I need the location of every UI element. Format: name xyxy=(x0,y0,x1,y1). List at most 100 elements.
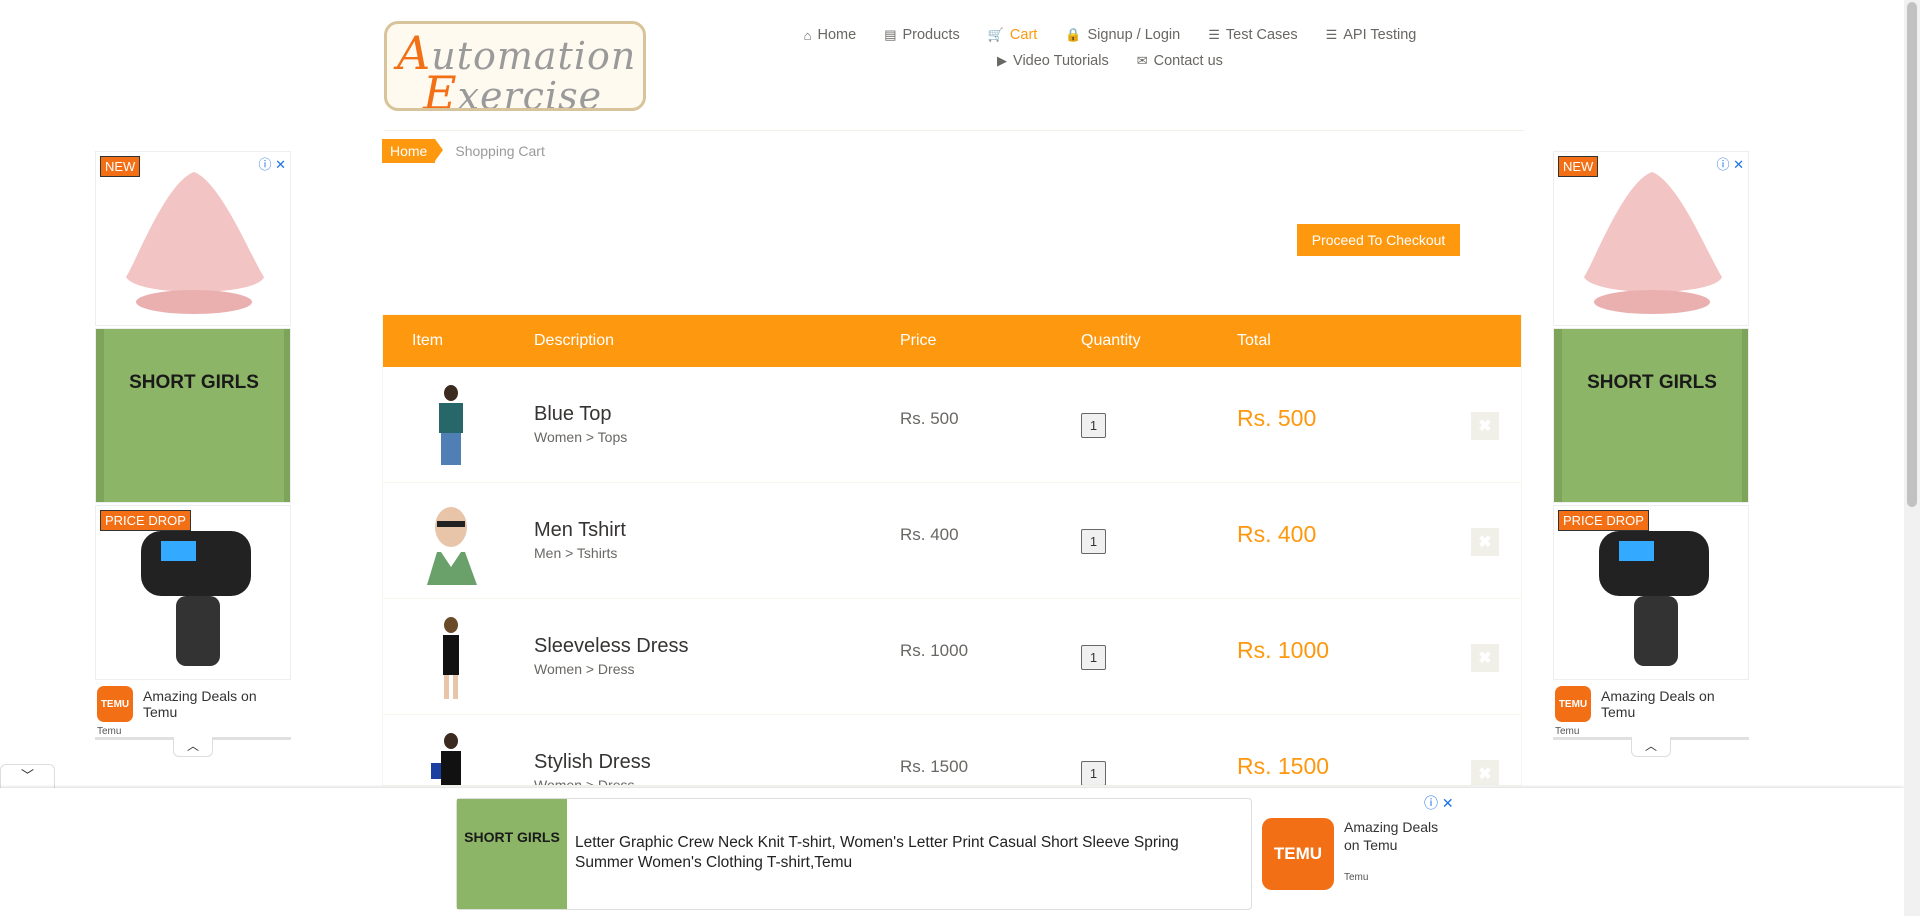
product-image[interactable] xyxy=(413,497,489,585)
page-scrollbar[interactable] xyxy=(1904,0,1920,916)
nav-signup-login[interactable]: 🔒 Signup / Login xyxy=(1065,27,1180,43)
nav-label: Products xyxy=(902,27,960,43)
nav-label: Test Cases xyxy=(1225,27,1298,43)
product-name[interactable]: Blue Top xyxy=(534,403,611,426)
product-price: Rs. 1500 xyxy=(900,757,969,776)
product-name[interactable]: Stylish Dress xyxy=(534,751,651,774)
left-side-ad[interactable]: NEW ⓘ ✕ SHORT GIRLS PRICE DROP TEMU Amaz… xyxy=(95,151,291,757)
cart-table: Item Description Price Quantity Total Bl… xyxy=(382,314,1522,786)
delete-item-icon[interactable]: ✖ xyxy=(1471,760,1499,785)
site-logo[interactable]: Automation Exercise xyxy=(384,21,646,111)
product-total: Rs. 400 xyxy=(1237,521,1317,547)
header-description: Description xyxy=(534,332,615,349)
ad-deal[interactable]: TEMU Amazing Deals on Temu xyxy=(1553,682,1749,726)
nav-contact-us[interactable]: ✉ Contact us xyxy=(1137,53,1223,69)
ad-tile-massager[interactable]: NEW ⓘ ✕ xyxy=(1553,151,1749,326)
ad-tile-charger[interactable]: PRICE DROP xyxy=(1553,505,1749,680)
list-icon: ☰ xyxy=(1325,27,1338,42)
product-name[interactable]: Sleeveless Dress xyxy=(534,635,689,658)
ad-tile-tshirt[interactable]: SHORT GIRLS xyxy=(1553,328,1749,503)
lock-icon: 🔒 xyxy=(1065,27,1082,42)
ad-info-close-icon[interactable]: ⓘ ✕ xyxy=(1716,154,1744,173)
cart-row: Men Tshirt Men > Tshirts Rs. 400 1 Rs. 400 ✖ xyxy=(383,483,1521,599)
ad-source: Temu xyxy=(97,726,122,737)
ad-tile-charger[interactable]: PRICE DROP xyxy=(95,505,291,680)
nav-label: Contact us xyxy=(1153,53,1223,69)
bottom-ad-source: Temu xyxy=(1344,872,1369,883)
nav-products[interactable]: ▤ Products xyxy=(884,27,960,43)
breadcrumb: Home Shopping Cart xyxy=(382,139,545,163)
temu-logo-icon: TEMU xyxy=(1262,818,1334,890)
cart-icon: 🛒 xyxy=(987,27,1004,42)
tshirt-print: SHORT GIRLS xyxy=(129,372,259,393)
home-icon: ⌂ xyxy=(803,27,812,43)
temu-logo-icon: TEMU xyxy=(1555,686,1591,722)
product-quantity: 1 xyxy=(1081,529,1106,554)
ad-info-close-icon[interactable]: ⓘ ✕ xyxy=(1424,793,1454,813)
tshirt-print: SHORT GIRLS xyxy=(464,829,560,845)
delete-item-icon[interactable]: ✖ xyxy=(1471,644,1499,672)
chevron-down-icon[interactable]: ﹀ xyxy=(0,764,55,788)
nav-cart[interactable]: 🛒 Cart xyxy=(988,27,1038,43)
product-quantity: 1 xyxy=(1081,645,1106,670)
bottom-ad-deal[interactable]: TEMU Amazing Deals on Temu Temu xyxy=(1262,818,1438,890)
product-image[interactable] xyxy=(413,613,489,701)
ad-deal[interactable]: TEMU Amazing Deals on Temu xyxy=(95,682,291,726)
car-charger-image xyxy=(1599,531,1709,666)
delete-item-icon[interactable]: ✖ xyxy=(1471,412,1499,440)
envelope-icon: ✉ xyxy=(1136,53,1148,68)
ad-source: Temu xyxy=(1555,726,1580,737)
product-price: Rs. 1000 xyxy=(900,641,969,660)
video-icon: ▶ xyxy=(997,53,1008,68)
car-charger-image xyxy=(141,531,251,666)
product-total: Rs. 1000 xyxy=(1237,637,1330,663)
product-category: Women > Dress xyxy=(534,777,635,786)
product-name[interactable]: Men Tshirt xyxy=(534,519,626,542)
price-drop-badge: PRICE DROP xyxy=(100,510,191,531)
product-category: Men > Tshirts xyxy=(534,545,618,561)
right-side-ad[interactable]: NEW ⓘ ✕ SHORT GIRLS PRICE DROP TEMU Amaz… xyxy=(1553,151,1749,757)
header-price: Price xyxy=(900,332,937,349)
nav-label: Home xyxy=(817,27,857,43)
header-item: Item xyxy=(412,332,444,349)
nav-label: Video Tutorials xyxy=(1013,53,1109,69)
ad-info-close-icon[interactable]: ⓘ ✕ xyxy=(258,154,286,173)
cart-row: Blue Top Women > Tops Rs. 500 1 Rs. 500 ✖ xyxy=(383,367,1521,483)
new-badge: NEW xyxy=(1558,156,1599,177)
product-category: Women > Dress xyxy=(534,661,635,677)
proceed-to-checkout-button[interactable]: Proceed To Checkout xyxy=(1297,224,1460,256)
nav-test-cases[interactable]: ☰ Test Cases xyxy=(1208,27,1297,43)
bottom-ad-image: SHORT GIRLS xyxy=(457,799,567,909)
massager-image xyxy=(1584,172,1722,314)
products-icon: ▤ xyxy=(884,27,897,42)
product-total: Rs. 500 xyxy=(1237,405,1317,431)
ad-deal-text: Amazing Deals on Temu xyxy=(1601,688,1715,720)
product-image[interactable] xyxy=(413,729,489,785)
nav-label: API Testing xyxy=(1343,27,1417,43)
nav-label: Cart xyxy=(1009,27,1038,43)
product-image[interactable] xyxy=(413,381,489,469)
logo-line-2: Exercise xyxy=(423,66,603,111)
cart-row: Stylish Dress Women > Dress Rs. 1500 1 Rs. 1… xyxy=(383,715,1521,786)
ad-tile-massager[interactable]: NEW ⓘ ✕ xyxy=(95,151,291,326)
list-icon: ☰ xyxy=(1208,27,1220,42)
chevron-up-icon[interactable]: ︿ xyxy=(1631,737,1671,757)
bottom-ad-card[interactable]: SHORT GIRLS Letter Graphic Crew Neck Kni… xyxy=(456,798,1252,910)
ad-deal-text: Amazing Deals on Temu xyxy=(143,688,257,720)
header-total: Total xyxy=(1237,332,1271,349)
product-price: Rs. 500 xyxy=(900,409,959,428)
product-category: Women > Tops xyxy=(534,429,628,445)
breadcrumb-home[interactable]: Home xyxy=(382,139,444,163)
price-drop-badge: PRICE DROP xyxy=(1558,510,1649,531)
massager-image xyxy=(126,172,264,314)
nav-api-testing[interactable]: ☰ API Testing xyxy=(1326,27,1417,43)
scrollbar-thumb[interactable] xyxy=(1907,2,1917,507)
header-quantity: Quantity xyxy=(1081,332,1141,349)
ad-tile-tshirt[interactable]: SHORT GIRLS xyxy=(95,328,291,503)
main-nav: ⌂ Home ▤ Products 🛒 Cart 🔒 Signup / Login ☰ Test … xyxy=(780,27,1440,79)
nav-home[interactable]: ⌂ Home xyxy=(804,27,857,43)
nav-label: Signup / Login xyxy=(1087,27,1181,43)
nav-video-tutorials[interactable]: ▶ Video Tutorials xyxy=(997,53,1109,69)
delete-item-icon[interactable]: ✖ xyxy=(1471,528,1499,556)
chevron-up-icon[interactable]: ︿ xyxy=(173,737,213,757)
